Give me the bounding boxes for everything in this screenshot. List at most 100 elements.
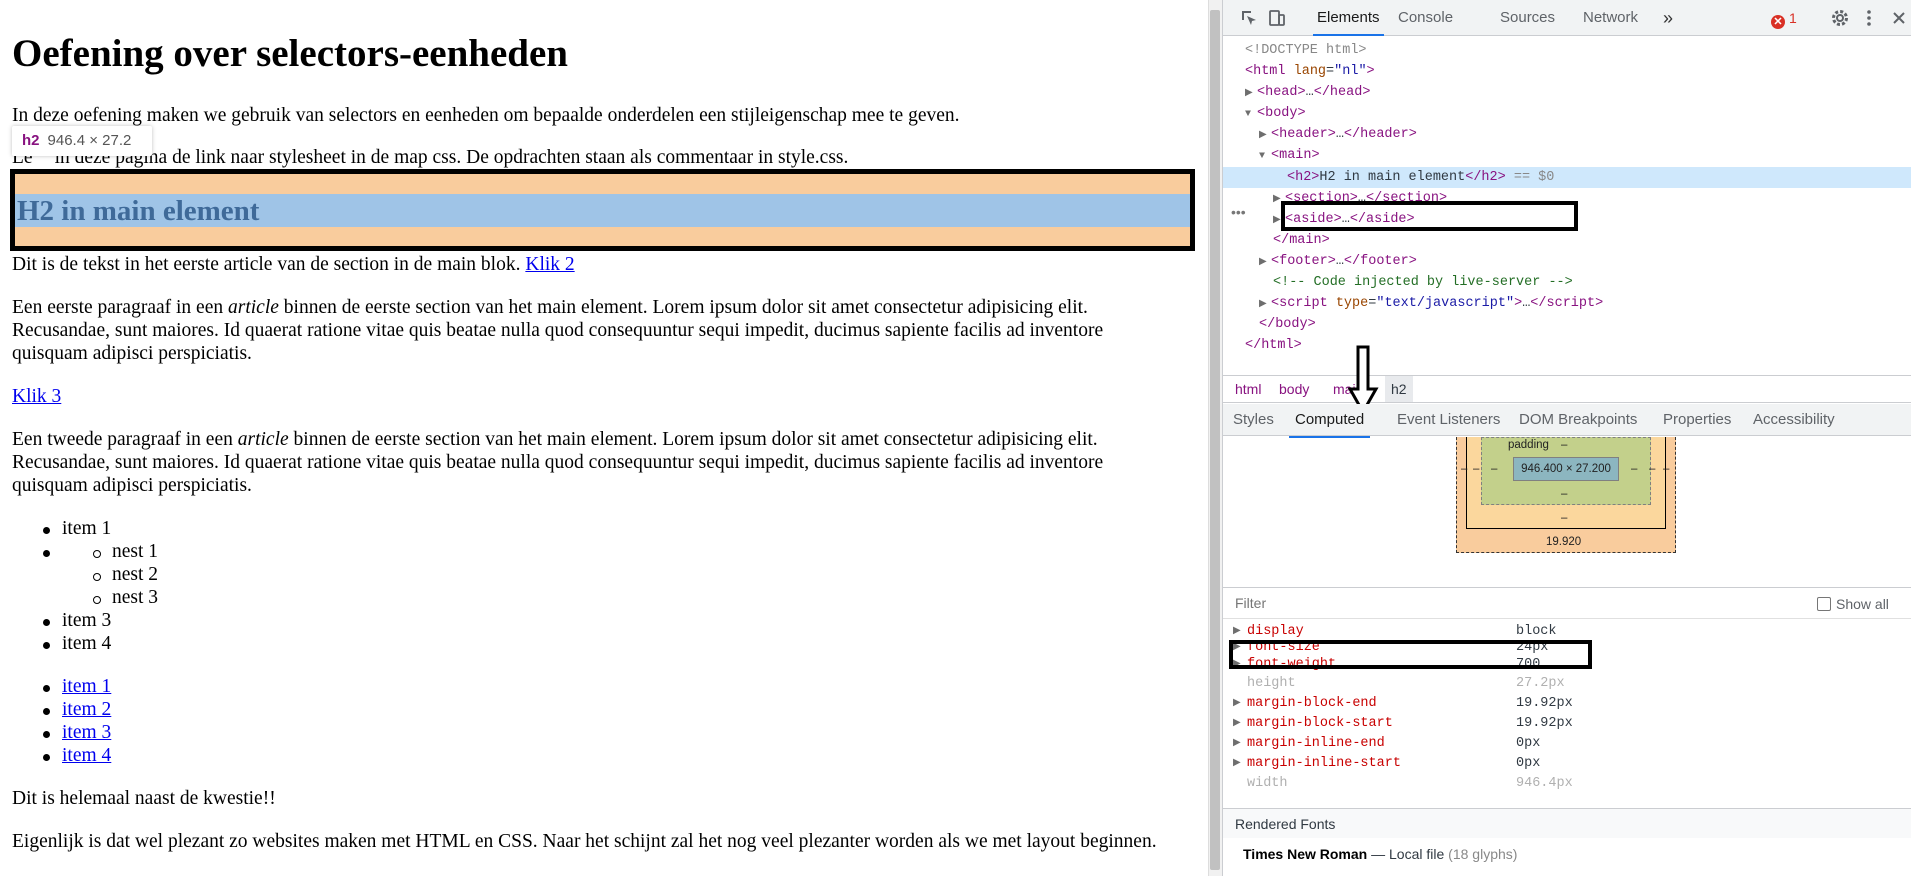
paragraph-2-line-2: Recusandae, sunt maiores. Id quaerat rat…	[12, 452, 1104, 473]
computed-property-row[interactable]: ▶ margin-block-end 19.92px	[1223, 694, 1911, 714]
border-left-value[interactable]: –	[1473, 463, 1479, 475]
tab-styles[interactable]: Styles	[1233, 404, 1274, 436]
node-actions-icon[interactable]: •••	[1231, 204, 1246, 220]
dom-node-body-close[interactable]: </body>	[1223, 314, 1911, 335]
inspect-element-icon[interactable]	[1239, 8, 1259, 28]
error-count: 1	[1789, 10, 1797, 26]
expand-triangle-icon[interactable]: ▶	[1233, 694, 1241, 714]
klik2-link[interactable]: Klik 2	[525, 254, 574, 275]
main-tag: <main>	[1271, 148, 1320, 163]
element-tooltip: h2 946.4 × 27.2	[12, 126, 152, 156]
padding-top-value[interactable]: –	[1561, 439, 1567, 451]
tooltip-size: 946.4 × 27.2	[47, 132, 132, 149]
devtools-toolbar: Elements Console Sources Network » ✕ 1	[1223, 0, 1911, 36]
breadcrumb-h2[interactable]: h2	[1385, 376, 1413, 402]
side-note: Dit is helemaal naast de kwestie!!	[12, 788, 276, 809]
padding-right-value[interactable]: –	[1631, 463, 1637, 475]
h2-heading: H2 in main element	[17, 195, 260, 227]
border-bottom-value[interactable]: –	[1561, 512, 1567, 524]
expand-triangle-icon[interactable]: ▶	[1245, 83, 1257, 104]
margin-left-value[interactable]: –	[1461, 463, 1467, 475]
paragraph-1-line-1: Een eerste paragraaf in een article binn…	[12, 296, 1088, 319]
border-right-value[interactable]: –	[1649, 463, 1655, 475]
html-close-tag: </html>	[1245, 338, 1302, 353]
padding-label: padding	[1508, 439, 1549, 451]
more-tabs-chevron-icon[interactable]: »	[1663, 0, 1673, 36]
tab-properties[interactable]: Properties	[1663, 404, 1731, 436]
breadcrumb: html body main h2	[1223, 375, 1911, 403]
error-count-badge[interactable]: ✕ 1	[1771, 8, 1797, 29]
expand-triangle-icon[interactable]: ▶	[1259, 294, 1271, 315]
box-model-content-size[interactable]: 946.400 × 27.200	[1513, 457, 1619, 481]
klik3-link[interactable]: Klik 3	[12, 385, 61, 408]
computed-property-row[interactable]: height 27.2px	[1223, 674, 1911, 694]
dom-node-comment[interactable]: <!-- Code injected by live-server -->	[1223, 272, 1911, 293]
tab-accessibility[interactable]: Accessibility	[1753, 404, 1835, 436]
kebab-menu-icon[interactable]	[1859, 8, 1879, 28]
article-text: Dit is de tekst in het eerste article va…	[12, 253, 575, 276]
list-link-item[interactable]: item 3	[62, 721, 111, 744]
expand-triangle-icon[interactable]: ▶	[1233, 754, 1241, 774]
tab-sources[interactable]: Sources	[1500, 0, 1555, 36]
p2-em: article	[237, 429, 289, 450]
expand-triangle-icon[interactable]: ▶	[1233, 734, 1241, 754]
padding-left-value[interactable]: –	[1491, 463, 1497, 475]
list-bullet	[43, 754, 50, 761]
tab-elements[interactable]: Elements	[1313, 0, 1384, 36]
list-bullet	[43, 619, 50, 626]
padding-bottom-value[interactable]: –	[1561, 488, 1567, 500]
tab-network[interactable]: Network	[1583, 0, 1638, 36]
tab-console[interactable]: Console	[1398, 0, 1453, 36]
dom-node-main[interactable]: ▼ <main>	[1223, 145, 1911, 166]
dom-node-body[interactable]: ▼ <body>	[1223, 103, 1911, 124]
expand-triangle-icon[interactable]: ▶	[1259, 125, 1271, 146]
close-icon[interactable]	[1889, 8, 1909, 28]
list-link-item[interactable]: item 2	[62, 698, 111, 721]
expand-triangle-icon[interactable]: ▶	[1233, 714, 1241, 734]
rendered-fonts-header[interactable]: Rendered Fonts	[1223, 808, 1911, 838]
paragraph-2-line-3: quisquam adipisci perspiciatis.	[12, 475, 252, 496]
show-all-toggle[interactable]: Show all	[1817, 596, 1889, 612]
list-item: item 3	[62, 610, 112, 631]
filter-input[interactable]	[1235, 595, 1535, 611]
dom-node-script[interactable]: ▶ <script type="text/javascript">…</scrip…	[1223, 293, 1911, 314]
box-model-diagram: 946.400 × 27.200 padding – – – – – – – –…	[1223, 437, 1911, 587]
body-tag: <body>	[1257, 106, 1306, 121]
tab-computed[interactable]: Computed	[1289, 404, 1371, 438]
list-link-item[interactable]: item 1	[62, 675, 111, 698]
computed-property-row[interactable]: ▶ margin-block-start 19.92px	[1223, 714, 1911, 734]
html-attr-value: "nl"	[1334, 64, 1367, 79]
dom-node-footer[interactable]: ▶ <footer>…</footer>	[1223, 251, 1911, 272]
gear-icon[interactable]	[1830, 8, 1850, 28]
margin-bottom-value[interactable]: 19.920	[1546, 536, 1581, 548]
list-link-item[interactable]: item 4	[62, 744, 111, 767]
nested-bullet	[93, 573, 101, 581]
computed-property-row[interactable]: ▶ margin-inline-start 0px	[1223, 754, 1911, 774]
article-text-body: Dit is de tekst in het eerste article va…	[12, 254, 521, 275]
dom-node-html-close[interactable]: </html>	[1223, 335, 1911, 356]
breadcrumb-body[interactable]: body	[1279, 376, 1309, 402]
h2-highlight-overlay: H2 in main element	[10, 169, 1195, 251]
dom-node-header[interactable]: ▶ <header>…</header>	[1223, 124, 1911, 145]
device-toggle-icon[interactable]	[1267, 8, 1287, 28]
annotation-box-font-size	[1229, 640, 1592, 669]
dom-node-main-close[interactable]: </main>	[1223, 230, 1911, 251]
computed-property-row[interactable]: width 946.4px	[1223, 774, 1911, 794]
margin-right-value[interactable]: –	[1663, 463, 1669, 475]
computed-property-row[interactable]: ▶ margin-inline-end 0px	[1223, 734, 1911, 754]
dom-node-h2-selected[interactable]: <h2>H2 in main element</h2> == $0	[1223, 167, 1911, 188]
live-server-comment: <!-- Code injected by live-server -->	[1273, 275, 1573, 290]
dom-node-head[interactable]: ▶ <head>…</head>	[1223, 82, 1911, 103]
show-all-checkbox[interactable]	[1817, 597, 1831, 611]
tab-event-listeners[interactable]: Event Listeners	[1397, 404, 1500, 436]
tab-dom-breakpoints[interactable]: DOM Breakpoints	[1519, 404, 1637, 436]
dom-node-doctype[interactable]: <!DOCTYPE html>	[1223, 40, 1911, 61]
dom-node-html[interactable]: <html lang="nl">	[1223, 61, 1911, 82]
expand-triangle-icon[interactable]: ▶	[1259, 252, 1271, 273]
collapse-triangle-icon[interactable]: ▼	[1259, 146, 1271, 167]
paragraph-1-line-2: Recusandae, sunt maiores. Id quaerat rat…	[12, 320, 1104, 341]
breadcrumb-html[interactable]: html	[1235, 376, 1261, 402]
collapse-triangle-icon[interactable]: ▼	[1245, 104, 1257, 125]
property-value: 19.92px	[1516, 696, 1573, 711]
page-scrollbar-thumb[interactable]	[1210, 10, 1220, 870]
